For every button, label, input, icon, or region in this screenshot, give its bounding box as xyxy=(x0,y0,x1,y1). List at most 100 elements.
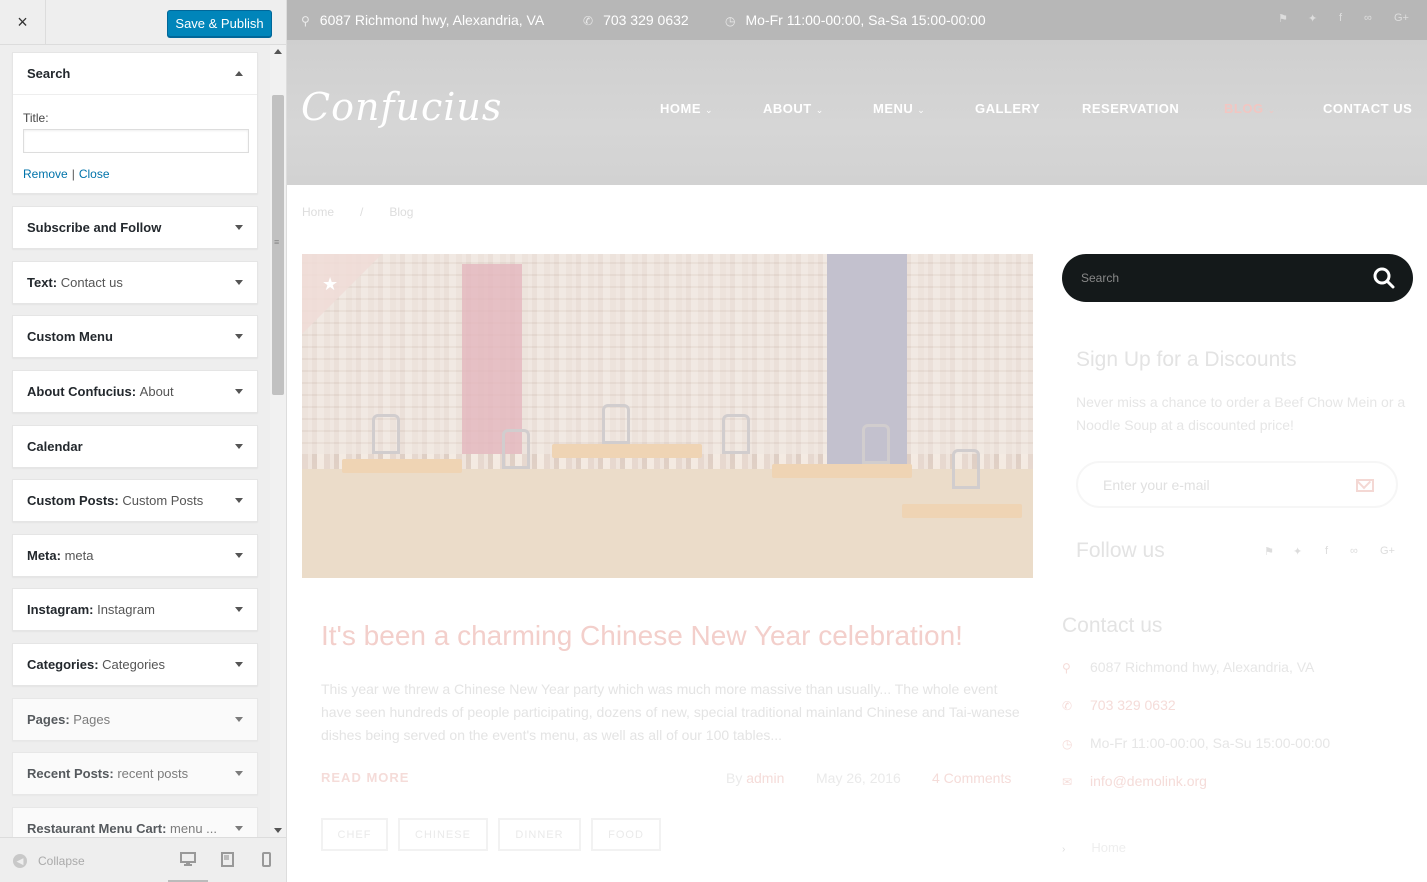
widget-title: meta xyxy=(64,548,94,563)
nav-contact-us[interactable]: CONTACT US xyxy=(1323,101,1412,116)
facebook-icon[interactable]: f xyxy=(1339,12,1342,24)
site-logo[interactable]: Confucius xyxy=(301,85,502,129)
chevron-down-icon[interactable] xyxy=(235,826,243,831)
widget-instagram[interactable]: Instagram: Instagram xyxy=(12,588,258,631)
site-topbar: ⚲ 6087 Richmond hwy, Alexandria, VA ✆ 703 … xyxy=(287,0,1427,40)
tag-chinese[interactable]: CHINESE xyxy=(398,818,488,851)
tag-chef[interactable]: CHEF xyxy=(321,818,388,851)
read-more-link[interactable]: READ MORE xyxy=(321,770,409,785)
tablet-icon[interactable] xyxy=(221,852,234,870)
nav-gallery[interactable]: GALLERY xyxy=(975,101,1040,116)
widget-title: Pages xyxy=(73,712,111,727)
contact-email[interactable]: ✉ info@demolink.org xyxy=(1062,773,1207,789)
tag-food[interactable]: FOOD xyxy=(591,818,661,851)
widget-title: menu ... xyxy=(170,821,217,836)
nav-menu[interactable]: MENU ⌄ xyxy=(873,101,925,116)
widget-custom-posts[interactable]: Custom Posts: Custom Posts xyxy=(12,479,258,522)
mobile-icon[interactable] xyxy=(262,852,271,870)
scroll-up-icon[interactable] xyxy=(274,49,282,54)
sidebar-menu-item-home[interactable]: › Home xyxy=(1062,840,1126,855)
customizer-panel: × Save & Publish Search Title: Remove | Cl… xyxy=(0,0,287,882)
nav-about[interactable]: ABOUT ⌄ xyxy=(763,101,824,116)
chevron-down-icon[interactable] xyxy=(235,553,243,558)
close-customizer-button[interactable]: × xyxy=(0,0,46,45)
contact-phone[interactable]: ✆ 703 329 0632 xyxy=(1062,697,1176,713)
search-input[interactable]: Search xyxy=(1081,271,1119,285)
chevron-up-icon[interactable] xyxy=(235,71,243,76)
twitter-icon[interactable]: ✦ xyxy=(1293,545,1302,558)
breadcrumb-current: Blog xyxy=(389,205,414,219)
scroll-down-icon[interactable] xyxy=(274,828,282,833)
chevron-down-icon[interactable] xyxy=(235,334,243,339)
widget-categories[interactable]: Categories: Categories xyxy=(12,643,258,686)
foursquare-icon[interactable]: ⚑ xyxy=(1264,545,1274,558)
customizer-header: × Save & Publish xyxy=(0,0,286,45)
breadcrumb-home[interactable]: Home xyxy=(302,205,334,219)
chevron-down-icon[interactable] xyxy=(235,498,243,503)
nav-blog[interactable]: BLOG ⌄ xyxy=(1224,101,1276,116)
widget-meta[interactable]: Meta: meta xyxy=(12,534,258,577)
email-input[interactable]: Enter your e-mail xyxy=(1103,477,1210,493)
widget-subscribe-follow[interactable]: Subscribe and Follow xyxy=(12,206,258,249)
widget-custom-menu[interactable]: Custom Menu xyxy=(12,315,258,358)
chevron-down-icon[interactable] xyxy=(235,389,243,394)
site-header: Confucius HOME ⌄ ABOUT ⌄ MENU ⌄ GALLERY RES… xyxy=(287,40,1427,185)
title-label: Title: xyxy=(23,111,49,125)
foursquare-icon[interactable]: ⚑ xyxy=(1278,12,1288,25)
post-comments[interactable]: 4 Comments xyxy=(932,770,1011,786)
tripadvisor-icon[interactable]: ∞ xyxy=(1364,12,1372,24)
chevron-down-icon[interactable] xyxy=(235,607,243,612)
collapse-button[interactable]: Collapse xyxy=(38,854,85,868)
post-title[interactable]: It's been a charming Chinese New Year ce… xyxy=(321,620,963,652)
twitter-icon[interactable]: ✦ xyxy=(1308,12,1317,25)
widget-title: Categories xyxy=(102,657,166,672)
widget-text[interactable]: Text: Contact us xyxy=(12,261,258,304)
desktop-icon[interactable] xyxy=(180,852,196,869)
contact-heading: Contact us xyxy=(1062,614,1163,637)
widget-title: Contact us xyxy=(60,275,123,290)
author-link[interactable]: admin xyxy=(746,770,784,786)
widget-about[interactable]: About Confucius: About xyxy=(12,370,258,413)
widget-pages[interactable]: Pages: Pages xyxy=(12,698,258,741)
map-pin-icon: ⚲ xyxy=(301,14,310,28)
save-publish-button[interactable]: Save & Publish xyxy=(167,10,272,37)
map-pin-icon: ⚲ xyxy=(1062,661,1071,675)
google-plus-icon[interactable]: G+ xyxy=(1394,12,1409,24)
facebook-icon[interactable]: f xyxy=(1325,545,1328,557)
widget-search: Search Title: Remove | Close xyxy=(12,52,258,194)
chevron-down-icon[interactable] xyxy=(235,662,243,667)
close-link[interactable]: Close xyxy=(79,167,110,181)
contact-address: ⚲ 6087 Richmond hwy, Alexandria, VA xyxy=(1062,659,1315,675)
topbar-hours: ◷ Mo-Fr 11:00-00:00, Sa-Sa 15:00-00:00 xyxy=(725,12,986,28)
chevron-down-icon: ⌄ xyxy=(815,105,824,115)
sidebar-search[interactable]: Search xyxy=(1062,254,1413,302)
phone-icon: ✆ xyxy=(1062,699,1073,713)
nav-home[interactable]: HOME ⌄ xyxy=(660,101,713,116)
topbar-phone[interactable]: ✆ 703 329 0632 xyxy=(583,12,689,28)
tripadvisor-icon[interactable]: ∞ xyxy=(1350,545,1358,557)
widget-restaurant-menu-cart[interactable]: Restaurant Menu Cart: menu ... xyxy=(12,807,258,837)
search-icon[interactable] xyxy=(1373,267,1395,289)
nav-reservation[interactable]: RESERVATION xyxy=(1082,101,1179,116)
remove-link[interactable]: Remove xyxy=(23,167,68,181)
widget-title: Instagram xyxy=(97,602,155,617)
tag-dinner[interactable]: DINNER xyxy=(498,818,581,851)
chevron-down-icon[interactable] xyxy=(235,771,243,776)
post-featured-image[interactable]: ★ xyxy=(302,254,1033,578)
widget-search-header[interactable]: Search xyxy=(13,53,257,94)
collapse-icon[interactable]: ◀ xyxy=(13,854,27,868)
newsletter-form: Enter your e-mail xyxy=(1076,461,1398,508)
chevron-down-icon[interactable] xyxy=(235,225,243,230)
chevron-down-icon[interactable] xyxy=(235,717,243,722)
signup-text: Never miss a chance to order a Beef Chow… xyxy=(1076,394,1406,433)
widget-recent-posts[interactable]: Recent Posts: recent posts xyxy=(12,752,258,795)
widget-calendar[interactable]: Calendar xyxy=(12,425,258,468)
chevron-down-icon[interactable] xyxy=(235,280,243,285)
widget-title-input[interactable] xyxy=(23,129,249,153)
chevron-down-icon[interactable] xyxy=(235,444,243,449)
widget-list-scrollbar[interactable]: ≡ xyxy=(270,45,286,837)
widget-name: Custom Menu xyxy=(27,329,113,344)
envelope-icon[interactable] xyxy=(1356,479,1374,492)
widget-name: About Confucius xyxy=(27,384,132,399)
google-plus-icon[interactable]: G+ xyxy=(1380,545,1395,557)
